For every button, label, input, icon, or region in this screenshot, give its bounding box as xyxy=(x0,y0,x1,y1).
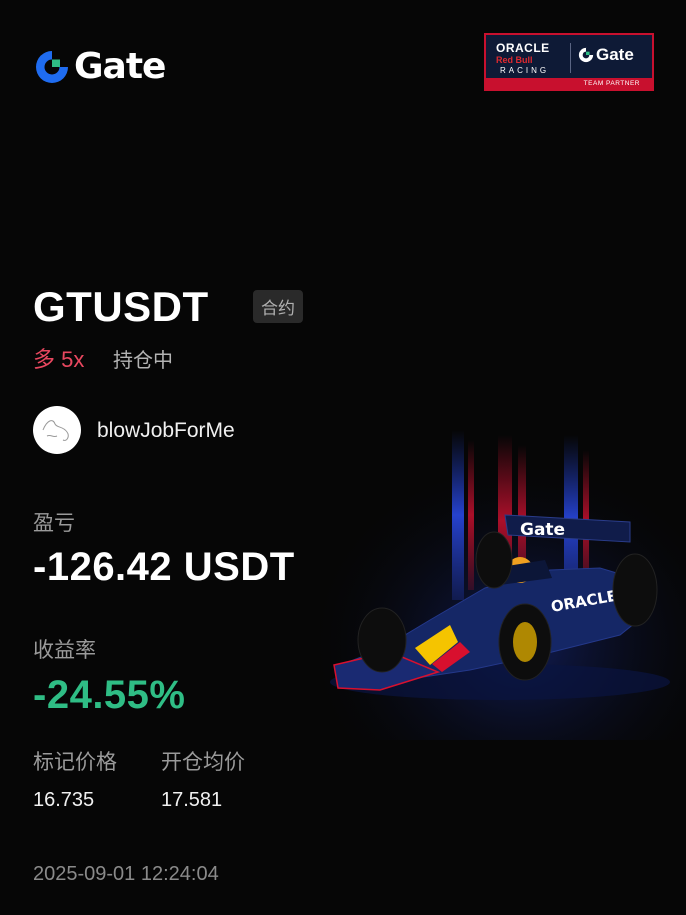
gate-logo: Gate xyxy=(34,46,166,87)
pnl-value: -126.42 USDT xyxy=(33,545,295,589)
team-partner-badge: ORACLE Red Bull RACING Gate TEAM PARTNER xyxy=(484,33,654,91)
entry-price-value: 17.581 xyxy=(161,789,223,811)
partner-gate-icon xyxy=(578,47,594,63)
entry-price-label: 开仓均价 xyxy=(161,751,245,774)
f1-car-image: Gate ORACLE xyxy=(320,420,686,740)
avatar xyxy=(33,406,81,454)
trading-pair-symbol: GTUSDT xyxy=(33,283,209,330)
partner-divider xyxy=(570,43,571,73)
gate-logo-text: Gate xyxy=(74,46,166,87)
partner-oracle-text: ORACLE xyxy=(496,41,550,55)
avatar-sketch-icon xyxy=(42,420,69,441)
car-wing-text: Gate xyxy=(520,520,565,540)
timestamp: 2025-09-01 12:24:04 xyxy=(33,863,219,885)
position-side-leverage: 多 5x xyxy=(33,347,85,372)
contract-type-badge: 合约 xyxy=(253,290,303,323)
gate-logo-icon xyxy=(36,50,68,83)
partner-gate-text: Gate xyxy=(596,45,634,64)
partner-redbull-text: Red Bull xyxy=(496,55,533,65)
username: blowJobForMe xyxy=(97,419,235,442)
return-rate-value: -24.55% xyxy=(33,673,186,717)
mark-price-label: 标记价格 xyxy=(33,751,117,774)
partner-gate-logo: Gate xyxy=(578,45,634,65)
partner-racing-text: RACING xyxy=(500,66,550,75)
pnl-label: 盈亏 xyxy=(33,512,75,535)
team-partner-label: TEAM PARTNER xyxy=(486,78,652,89)
position-status: 持仓中 xyxy=(113,350,173,372)
return-rate-label: 收益率 xyxy=(33,639,96,662)
mark-price-value: 16.735 xyxy=(33,789,95,811)
